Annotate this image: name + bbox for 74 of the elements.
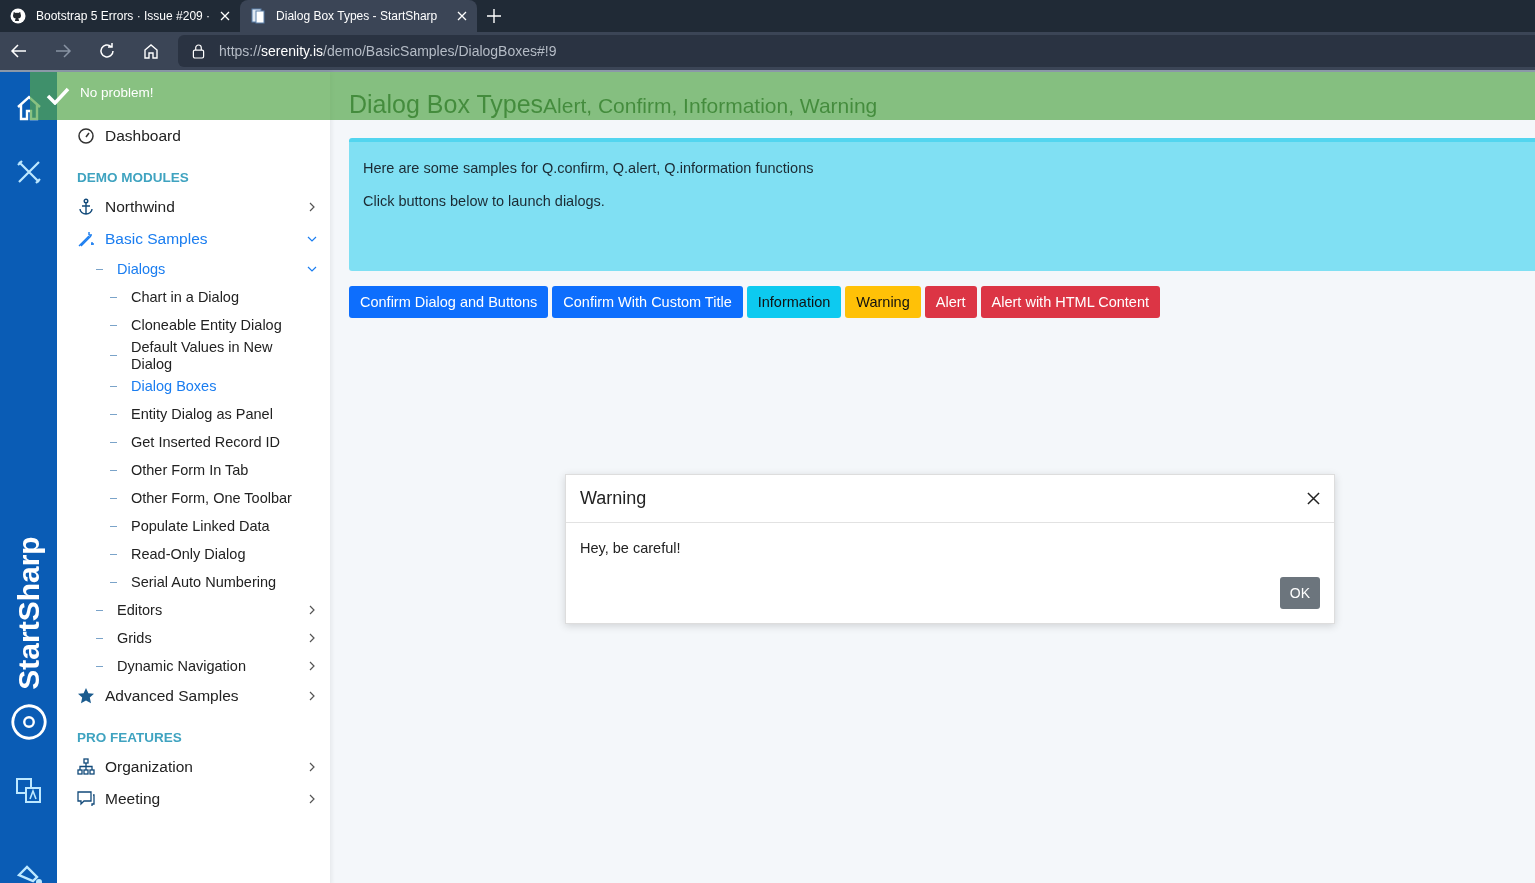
brand-logo-text: StartSharp bbox=[11, 536, 46, 690]
menu-item[interactable]: Serial Auto Numbering bbox=[57, 568, 330, 597]
dialog-title: Warning bbox=[580, 488, 647, 509]
checkmark-icon bbox=[46, 87, 70, 105]
page-subtitle: Alert, Confirm, Information, Warning bbox=[543, 94, 878, 117]
menu-item[interactable]: Basic Samples bbox=[57, 223, 330, 255]
menu-item[interactable]: Organization bbox=[57, 751, 330, 784]
gauge-icon bbox=[77, 127, 95, 145]
paint-bucket-icon[interactable] bbox=[14, 865, 43, 883]
menu-item[interactable]: Dialogs bbox=[57, 255, 330, 283]
menu-item[interactable]: Northwind bbox=[57, 191, 330, 223]
dialog-message: Hey, be careful! bbox=[580, 540, 681, 556]
menu-item[interactable]: Get Inserted Record ID bbox=[57, 428, 330, 457]
menu-item[interactable]: Populate Linked Data bbox=[57, 512, 330, 541]
address-field[interactable]: https://serenity.is/demo/BasicSamples/DialogBoxes#!9 bbox=[178, 35, 1535, 67]
github-icon bbox=[10, 8, 26, 24]
dialog-launch-button[interactable]: Confirm Dialog and Buttons bbox=[349, 286, 549, 318]
ok-button[interactable]: OK bbox=[1279, 577, 1320, 609]
new-tab-icon[interactable] bbox=[487, 9, 502, 23]
menu-item[interactable]: Editors bbox=[57, 596, 330, 625]
forward-icon[interactable] bbox=[54, 42, 72, 60]
star-icon bbox=[77, 687, 95, 706]
dialog-launch-button[interactable]: Warning bbox=[845, 286, 921, 318]
page-icon bbox=[250, 8, 267, 24]
dash-icon bbox=[96, 637, 103, 639]
menu-item[interactable]: Read-Only Dialog bbox=[57, 540, 330, 569]
dash-icon bbox=[110, 497, 117, 499]
section-heading: DEMO MODULES bbox=[76, 169, 190, 187]
info-text: Click buttons below to launch dialogs. bbox=[363, 193, 606, 209]
dash-icon bbox=[110, 355, 117, 357]
dash-icon bbox=[110, 581, 117, 583]
browser-tab[interactable]: Dialog Box Types - StartSharp bbox=[240, 0, 478, 32]
dash-icon bbox=[110, 385, 117, 387]
menu-item[interactable]: Default Values in New Dialog bbox=[57, 339, 330, 373]
org-chart-icon bbox=[77, 758, 95, 777]
menu-item[interactable]: Dialog Boxes bbox=[57, 372, 330, 401]
dash-icon bbox=[110, 324, 117, 326]
dash-icon bbox=[110, 441, 117, 443]
dialog-launch-button[interactable]: Alert with HTML Content bbox=[980, 286, 1160, 318]
anchor-icon bbox=[77, 198, 95, 216]
lock-icon bbox=[192, 43, 205, 59]
menu-item[interactable]: Dashboard bbox=[57, 120, 330, 152]
home-icon[interactable] bbox=[142, 42, 160, 60]
dash-icon bbox=[96, 609, 103, 611]
dialog-launch-button[interactable]: Information bbox=[746, 286, 842, 318]
menu-item[interactable]: Chart in a Dialog bbox=[57, 283, 330, 311]
menu-item[interactable]: Grids bbox=[57, 624, 330, 653]
chat-icon bbox=[77, 790, 95, 809]
info-text: Here are some samples for Q.confirm, Q.alert, Q.information functions bbox=[363, 160, 815, 176]
dash-icon bbox=[110, 413, 117, 415]
dash-icon bbox=[110, 469, 117, 471]
close-icon[interactable] bbox=[1307, 492, 1320, 505]
reload-icon[interactable] bbox=[98, 42, 116, 60]
dialog-launch-button[interactable]: Confirm With Custom Title bbox=[552, 286, 743, 318]
dialog-launch-button[interactable]: Alert bbox=[924, 286, 977, 318]
menu-item[interactable]: Entity Dialog as Panel bbox=[57, 400, 330, 429]
menu-item[interactable]: Other Form In Tab bbox=[57, 456, 330, 485]
dash-icon bbox=[110, 553, 117, 555]
menu-item[interactable]: Dynamic Navigation bbox=[57, 652, 330, 681]
section-heading: PRO FEATURES bbox=[76, 729, 183, 748]
menu-item[interactable]: Advanced Samples bbox=[57, 680, 330, 713]
dash-icon bbox=[110, 525, 117, 527]
browser-tab[interactable]: Bootstrap 5 Errors · Issue #209 · bbox=[0, 0, 241, 32]
dash-icon bbox=[110, 296, 117, 298]
dash-icon bbox=[96, 268, 103, 270]
menu-item[interactable]: Other Form, One Toolbar bbox=[57, 484, 330, 513]
menu-item[interactable]: Cloneable Entity Dialog bbox=[57, 311, 330, 339]
dash-icon bbox=[96, 665, 103, 667]
wand-icon bbox=[77, 230, 95, 248]
translate-icon[interactable] bbox=[14, 777, 43, 805]
back-icon[interactable] bbox=[10, 42, 28, 60]
toast-message: No problem! bbox=[80, 84, 154, 100]
page-title: Dialog Box Types bbox=[349, 90, 544, 119]
menu-item[interactable]: Meeting bbox=[57, 783, 330, 816]
